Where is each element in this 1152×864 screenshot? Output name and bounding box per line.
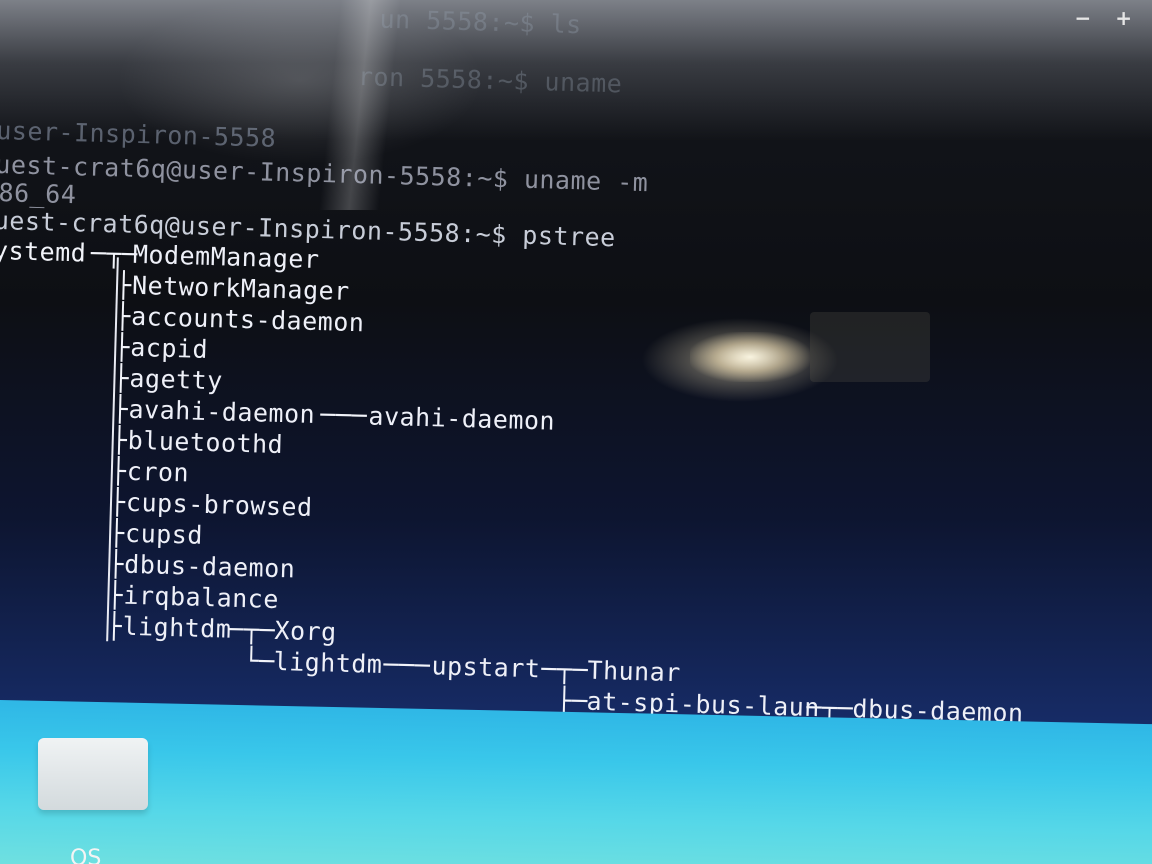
tree-connector: ├ bbox=[106, 611, 123, 641]
tree-connector: ├ bbox=[107, 549, 125, 579]
drive-icon[interactable] bbox=[38, 738, 148, 810]
tree-connector: ├ bbox=[113, 332, 131, 362]
tree-root: ystemd bbox=[0, 235, 87, 268]
history-line: un 5558:~$ ls bbox=[379, 4, 583, 40]
tree-node: acpid bbox=[129, 332, 209, 364]
tree-connector: ├ bbox=[115, 270, 133, 300]
tree-connector: ├ bbox=[108, 518, 126, 548]
tree-node: lightdm bbox=[122, 611, 232, 644]
tree-node: dbus-daemon bbox=[123, 549, 296, 584]
tree-node: bluetoothd bbox=[127, 425, 284, 460]
tree-connector: ├ bbox=[113, 363, 130, 393]
tree-node: NetworkManager bbox=[131, 270, 351, 306]
tree-connector: ├ bbox=[112, 394, 129, 424]
tree-node: cron bbox=[126, 456, 190, 488]
tree-node: upstart bbox=[431, 651, 541, 684]
tree-connector: ├ bbox=[107, 580, 124, 610]
tree-node: irqbalance bbox=[123, 580, 280, 615]
maximize-button[interactable]: + bbox=[1115, 6, 1132, 30]
history-line: 86_64 bbox=[0, 178, 77, 210]
minimize-button[interactable]: − bbox=[1074, 6, 1091, 30]
tree-node: avahi-daemon bbox=[368, 401, 556, 436]
history-line: ron 5558:~$ uname bbox=[357, 62, 623, 99]
tree-connector: ├ bbox=[110, 456, 127, 486]
tree-node: accounts-daemon bbox=[130, 301, 365, 338]
desktop-background bbox=[0, 700, 1152, 864]
tree-connector: └─ bbox=[243, 646, 276, 676]
tree-connector: ├ bbox=[109, 487, 126, 517]
tree-node: avahi-daemon bbox=[128, 394, 316, 429]
tree-connector: ─── bbox=[383, 649, 431, 681]
tree-node: Thunar bbox=[587, 655, 682, 688]
tree-connector: ─┬─ bbox=[228, 614, 276, 645]
tree-connector: ├ bbox=[114, 301, 132, 331]
tree-node: agetty bbox=[129, 363, 224, 396]
tree-node: Xorg bbox=[274, 615, 338, 647]
tree-connector: ─┬─ bbox=[90, 238, 139, 269]
history-line: uest-crat6q@user-Inspiron-5558:~$ uname … bbox=[0, 149, 649, 198]
tree-node: cupsd bbox=[124, 518, 204, 550]
tree-connector: ─── bbox=[320, 400, 368, 431]
tree-node: lightdm bbox=[273, 646, 383, 679]
tree-connector: ├ bbox=[111, 425, 128, 455]
desktop-icon-label: OS bbox=[70, 846, 102, 864]
window-controls: − + bbox=[1074, 6, 1132, 30]
monitor-screen: − + un 5558:~$ ls ron 5558:~$ uname user… bbox=[0, 0, 1152, 864]
tree-connector: ─┬─ bbox=[541, 654, 589, 685]
tree-node: ModemManager bbox=[132, 239, 320, 275]
tree-node: cups-browsed bbox=[125, 487, 313, 522]
history-line: user-Inspiron-5558 bbox=[0, 115, 277, 153]
terminal-output[interactable]: un 5558:~$ ls ron 5558:~$ uname user-Ins… bbox=[0, 0, 1152, 792]
